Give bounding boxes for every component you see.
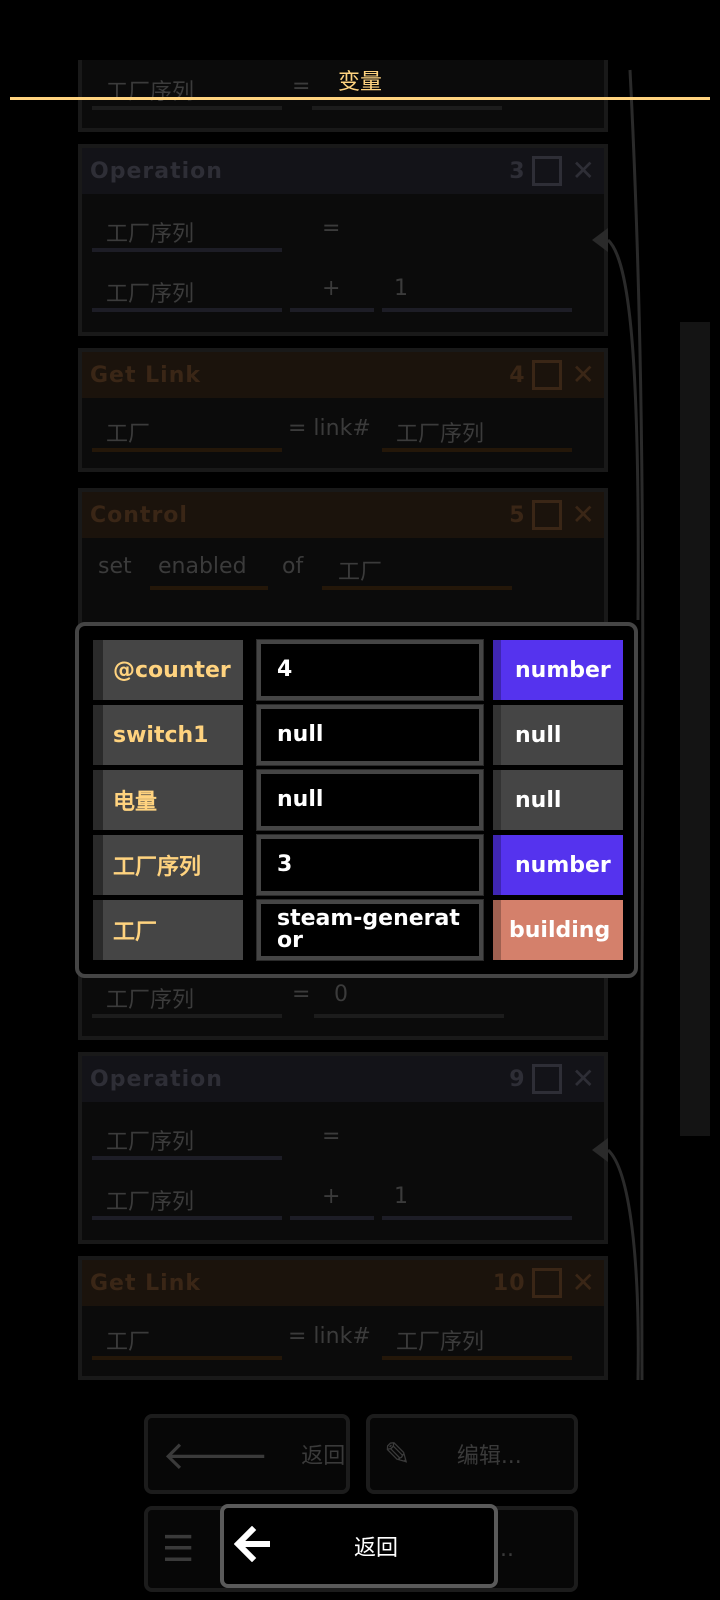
block-op: = link#: [288, 1324, 371, 1349]
variable-row: 工厂 steam-generator building: [93, 899, 623, 961]
variable-type: building: [493, 900, 623, 960]
variable-name: 工厂序列: [93, 835, 243, 895]
block-var: 工厂序列: [106, 1190, 195, 1215]
variable-row: 工厂序列 3 number: [93, 834, 623, 896]
variables-dialog: @counter 4 number switch1 null null 电量 n…: [75, 622, 638, 978]
back-button[interactable]: 返回: [220, 1504, 498, 1588]
block-var: 工厂序列: [396, 422, 485, 447]
operation-block: Operation 3 ✕ 工厂序列 = 工厂序列 + 1: [78, 144, 608, 336]
block-var: 工厂序列: [106, 222, 195, 247]
block-var: 工厂: [106, 1330, 151, 1355]
block-title: Get Link: [90, 362, 202, 388]
block-value: 1: [394, 1184, 408, 1209]
control-block: Control 5 ✕ set enabled of 工厂: [78, 488, 608, 628]
variable-name: @counter: [93, 640, 243, 700]
copy-icon[interactable]: [531, 360, 562, 390]
arrow-left-icon: [233, 1525, 274, 1566]
block-var: 工厂: [338, 560, 383, 585]
back-label: 返回: [353, 1536, 398, 1561]
block-title: Operation: [90, 1066, 223, 1092]
edit-icon: ✎: [384, 1435, 411, 1473]
block-title: Get Link: [90, 1270, 202, 1296]
block-title: Operation: [90, 158, 223, 184]
background-back-label: 返回: [301, 1444, 346, 1469]
get-link-block: Get Link 10 ✕ 工厂 = link# 工厂序列: [78, 1256, 608, 1380]
block-var: 工厂序列: [396, 1330, 485, 1355]
variable-name: 电量: [93, 770, 243, 830]
block-index: 3: [509, 158, 526, 184]
variable-row: 电量 null null: [93, 769, 623, 831]
block-index: 9: [509, 1066, 526, 1092]
background-back-button: 🡐 返回: [144, 1414, 350, 1494]
copy-icon[interactable]: [531, 1268, 562, 1298]
variable-type: null: [493, 770, 623, 830]
background-edit-label: 编辑...: [456, 1444, 522, 1469]
block-op: =: [322, 1124, 341, 1149]
block-index: 5: [509, 502, 526, 528]
block-op: +: [322, 276, 341, 301]
block-var: 工厂: [106, 422, 151, 447]
block-op: +: [322, 1184, 341, 1209]
variable-value: 3: [256, 834, 484, 896]
get-link-block: Get Link 4 ✕ 工厂 = link# 工厂序列: [78, 348, 608, 472]
block-value: 0: [334, 982, 348, 1007]
background-edit-button: ✎ 编辑...: [366, 1414, 578, 1494]
block-var: 工厂序列: [106, 1130, 195, 1155]
block-prop: enabled: [158, 554, 247, 579]
variable-type: number: [493, 640, 623, 700]
block-value: 1: [394, 276, 408, 301]
copy-icon[interactable]: [531, 500, 562, 530]
arrow-left-icon: 🡐: [162, 1432, 270, 1479]
scrollbar[interactable]: [680, 322, 710, 1136]
block-var: 工厂序列: [106, 988, 195, 1013]
variable-value: 4: [256, 639, 484, 701]
block-op: = link#: [288, 416, 371, 441]
block-title: Control: [90, 502, 188, 528]
list-icon: ☰: [162, 1528, 195, 1570]
variable-value: null: [256, 704, 484, 766]
block-var: 工厂序列: [106, 282, 195, 307]
variable-row: @counter 4 number: [93, 639, 623, 701]
operation-block: Operation 9 ✕ 工厂序列 = 工厂序列 + 1: [78, 1052, 608, 1244]
variable-value: null: [256, 769, 484, 831]
block-op: =: [322, 216, 341, 241]
variable-value: steam-generator: [256, 899, 484, 961]
variable-row: switch1 null null: [93, 704, 623, 766]
block-index: 10: [492, 1270, 526, 1296]
block-op: =: [292, 982, 311, 1007]
page-title: 变量: [337, 70, 382, 95]
variable-type: number: [493, 835, 623, 895]
block-keyword: of: [282, 554, 304, 579]
copy-icon[interactable]: [531, 1064, 562, 1094]
copy-icon[interactable]: [531, 156, 562, 186]
block-index: 4: [509, 362, 526, 388]
variable-name: 工厂: [93, 900, 243, 960]
variable-type: null: [493, 705, 623, 765]
block-keyword: set: [98, 554, 132, 579]
variable-name: switch1: [93, 705, 243, 765]
title-divider: [10, 97, 710, 100]
